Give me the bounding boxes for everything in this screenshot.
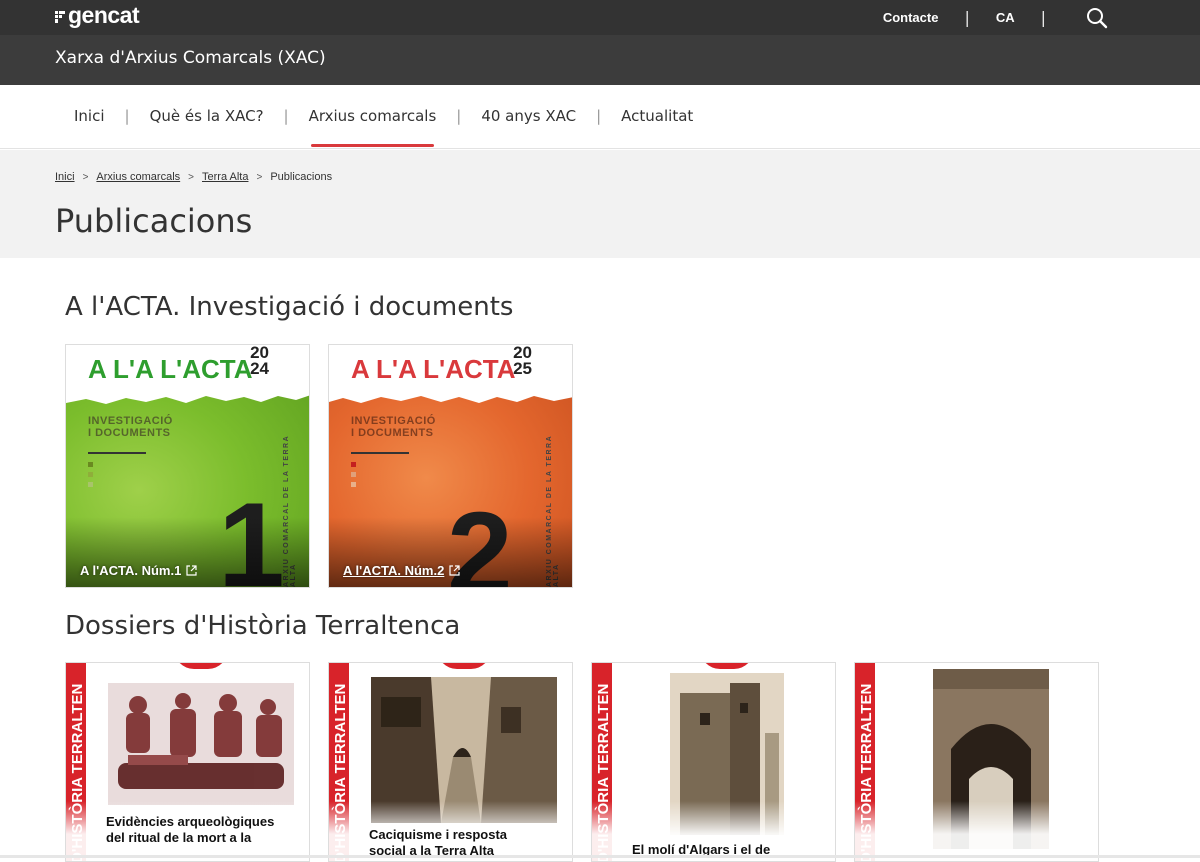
page-title: Publicacions xyxy=(55,202,253,240)
nav-item-40-anys[interactable]: 40 anys XAC xyxy=(469,85,588,147)
publication-card-acta-1[interactable]: A L'A L'ACTA 20 24 INVESTIGACIÓ I DOCUME… xyxy=(65,344,310,588)
main-nav: Inici | Què és la XAC? | Arxius comarcal… xyxy=(0,85,1200,149)
breadcrumb-current: Publicacions xyxy=(270,171,333,183)
cover-title: A L'A L'ACTA xyxy=(351,354,516,384)
breadcrumb-link-inici[interactable]: Inici xyxy=(55,171,75,183)
card-caption: Evidències arqueològiques del ritual de … xyxy=(106,814,275,845)
section-title-acta: A l'ACTA. Investigació i documents xyxy=(65,292,514,322)
publication-card-dossier-4[interactable]: D'HISTÒRIA TERRALTEN xyxy=(854,662,1099,862)
publication-card-dossier-2[interactable]: D'HISTÒRIA TERRALTEN Caciquisme i respos… xyxy=(328,662,573,862)
card-label[interactable]: A l'ACTA. Núm.2 xyxy=(343,563,460,578)
nav-divider: | xyxy=(124,107,130,125)
torn-edge-shape xyxy=(66,387,309,404)
chevron-right-icon: > xyxy=(256,171,263,183)
breadcrumb: Inici > Arxius comarcals > Terra Alta > … xyxy=(55,171,332,183)
card-label[interactable]: A l'ACTA. Núm.1 xyxy=(80,563,197,578)
cover-image: A L'A L'ACTA 20 25 INVESTIGACIÓ I DOCUME… xyxy=(329,345,572,587)
cover-image xyxy=(108,683,294,805)
cover-year: 20 24 xyxy=(250,344,269,378)
nav-link[interactable]: Inici xyxy=(62,107,117,125)
nav-item-arxius-comarcals[interactable]: Arxius comarcals xyxy=(297,85,449,147)
cover-subtitle: INVESTIGACIÓ I DOCUMENTS xyxy=(351,415,436,439)
nav-divider: | xyxy=(596,107,602,125)
external-link-icon xyxy=(449,565,460,576)
nav-item-inici[interactable]: Inici xyxy=(62,85,117,147)
page-header: Inici > Arxius comarcals > Terra Alta > … xyxy=(0,150,1200,258)
publication-card-acta-2[interactable]: A L'A L'ACTA 20 25 INVESTIGACIÓ I DOCUME… xyxy=(328,344,573,588)
nav-link[interactable]: 40 anys XAC xyxy=(469,107,588,125)
torn-edge-shape xyxy=(329,387,572,403)
publication-card-dossier-1[interactable]: D'HISTÒRIA TERRALTEN Evidències arqueolò… xyxy=(65,662,310,862)
nav-item-que-es-xac[interactable]: Què és la XAC? xyxy=(138,85,276,147)
chevron-right-icon: > xyxy=(188,171,194,183)
cover-year: 20 25 xyxy=(513,344,532,378)
search-button[interactable] xyxy=(1086,7,1108,29)
section-title-dossiers: Dossiers d'Història Terraltenca xyxy=(65,611,461,641)
external-link-icon xyxy=(186,565,197,576)
gencat-logo-text: gencat xyxy=(68,2,140,28)
breadcrumb-link-arxius[interactable]: Arxius comarcals xyxy=(96,171,180,183)
chevron-right-icon: > xyxy=(82,171,89,183)
nav-link[interactable]: Actualitat xyxy=(609,107,705,125)
top-divider: | xyxy=(1040,8,1046,27)
gencat-logo-icon xyxy=(55,10,65,23)
publication-card-dossier-3[interactable]: D'HISTÒRIA TERRALTEN El molí d'Algars i … xyxy=(591,662,836,862)
site-title[interactable]: Xarxa d'Arxius Comarcals (XAC) xyxy=(55,48,326,68)
cover-image: A L'A L'ACTA 20 24 INVESTIGACIÓ I DOCUME… xyxy=(66,345,309,587)
search-icon xyxy=(1087,7,1108,28)
site-bar: Xarxa d'Arxius Comarcals (XAC) xyxy=(0,35,1200,85)
nav-item-actualitat[interactable]: Actualitat xyxy=(609,85,705,147)
nav-divider: | xyxy=(456,107,462,125)
language-selector[interactable]: CA xyxy=(996,10,1015,25)
breadcrumb-link-terra-alta[interactable]: Terra Alta xyxy=(202,171,248,183)
cover-subtitle: INVESTIGACIÓ I DOCUMENTS xyxy=(88,415,173,439)
gencat-logo[interactable]: gencat xyxy=(55,2,140,29)
nav-divider: | xyxy=(283,107,289,125)
top-bar: gencat Contacte | CA | xyxy=(0,0,1200,35)
nav-link[interactable]: Què és la XAC? xyxy=(138,107,276,125)
contact-link[interactable]: Contacte xyxy=(883,10,939,25)
cover-title: A L'A L'ACTA xyxy=(88,354,253,384)
nav-link[interactable]: Arxius comarcals xyxy=(297,107,449,125)
top-divider: | xyxy=(964,8,970,27)
